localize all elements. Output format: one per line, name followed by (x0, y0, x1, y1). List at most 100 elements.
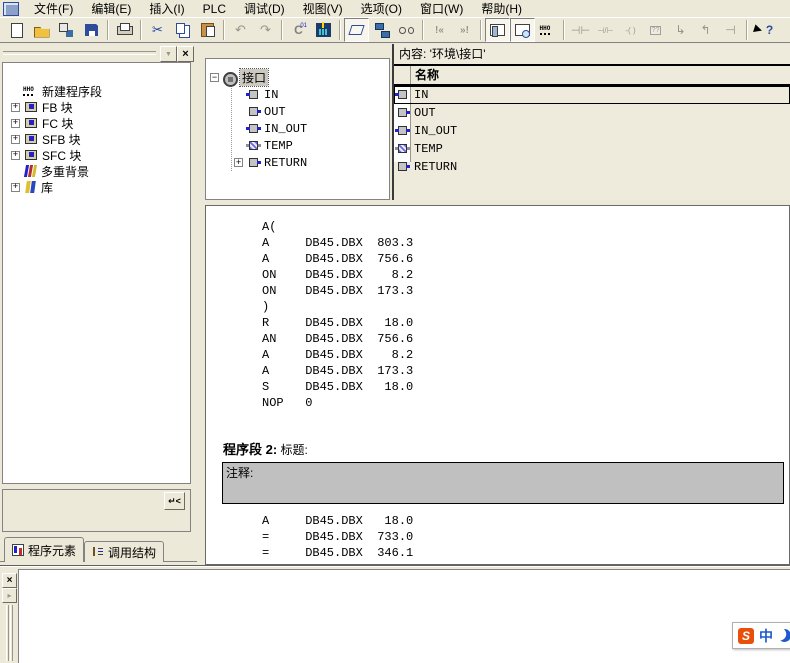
expander-box[interactable] (11, 135, 20, 144)
expander-box[interactable] (11, 151, 20, 160)
menu-items: 文件(F) 编辑(E) 插入(I) PLC 调试(D) 视图(V) 选项(O) … (25, 0, 531, 17)
variable-name: RETURN (414, 160, 457, 174)
menu-item[interactable]: 窗口(W) (411, 0, 472, 18)
overview-close-button[interactable] (177, 46, 194, 62)
menu-item[interactable]: 插入(I) (140, 0, 193, 18)
tree-item[interactable]: 多重背景 (11, 163, 188, 179)
redo-icon (257, 22, 274, 38)
redo-button[interactable] (253, 18, 278, 42)
coil-button[interactable] (618, 18, 643, 42)
menu-item[interactable]: 选项(O) (352, 0, 411, 18)
name-column-header[interactable]: 名称 (394, 66, 790, 86)
tree-item[interactable]: 新建程序段 (11, 83, 188, 99)
open-branch-button[interactable] (668, 18, 693, 42)
variable-row[interactable]: TEMP (394, 140, 790, 158)
variable-row[interactable]: IN (394, 86, 790, 104)
ime-language-bar[interactable]: S 中 (732, 622, 790, 649)
sogou-logo-icon[interactable]: S (738, 628, 754, 644)
symbol-info-button[interactable] (344, 18, 369, 42)
tree-item[interactable]: 库 (11, 179, 188, 195)
monitor-icon (398, 22, 415, 38)
stl-code-block-2[interactable]: A DB45.DBX 18.0 = DB45.DBX 733.0 = DB45.… (262, 513, 413, 561)
pin-return-icon (246, 157, 261, 169)
new-network-button[interactable] (535, 18, 560, 42)
horizontal-splitter[interactable] (0, 565, 790, 567)
document-window-icon[interactable] (3, 2, 19, 16)
pane-grip[interactable] (6, 605, 14, 661)
copy-button[interactable] (170, 18, 195, 42)
undo-button[interactable] (228, 18, 253, 42)
cut-button[interactable] (145, 18, 170, 42)
output-next-button[interactable] (2, 588, 17, 603)
print-button[interactable] (112, 18, 137, 42)
symbol-representation-button[interactable] (369, 18, 394, 42)
save-button[interactable] (79, 18, 104, 42)
overview-dropdown-button[interactable] (160, 46, 177, 62)
overview-tab[interactable]: 程序元素 (4, 537, 84, 562)
overview-toggle-button[interactable] (485, 18, 510, 42)
contact-no-button[interactable] (568, 18, 593, 42)
network-2-header[interactable]: 程序段 2: 标题: (223, 439, 308, 458)
expander-box[interactable] (11, 103, 20, 112)
network-comment-box[interactable]: 注释: (222, 462, 784, 504)
paste-button[interactable] (195, 18, 220, 42)
expander-box[interactable] (234, 158, 243, 167)
tree-item[interactable]: IN_OUT (234, 120, 387, 137)
previous-error-button[interactable] (427, 18, 452, 42)
tree-item[interactable]: FC 块 (11, 115, 188, 131)
variable-row[interactable]: OUT (394, 104, 790, 122)
output-close-button[interactable] (2, 573, 17, 588)
menu-item[interactable]: 编辑(E) (82, 0, 140, 18)
menu-item[interactable]: 调试(D) (235, 0, 294, 18)
block-icon (23, 149, 39, 161)
tree-item[interactable]: FB 块 (11, 99, 188, 115)
pin-return-icon (395, 161, 410, 173)
contact-nc-button[interactable] (593, 18, 618, 42)
help-icon (755, 22, 772, 38)
next-error-button[interactable] (452, 18, 477, 42)
tree-item-interface[interactable]: 接口 (210, 69, 387, 86)
menu-item[interactable]: 帮助(H) (472, 0, 531, 18)
tree-item[interactable]: IN (234, 86, 387, 103)
interface-declaration-tree: 接口 IN OUT IN_OUT (205, 58, 390, 200)
open-button[interactable] (29, 18, 54, 42)
menu-item[interactable]: PLC (194, 1, 235, 17)
contents-title: 内容: '环境\接口' (394, 44, 790, 66)
open-online-button[interactable] (54, 18, 79, 42)
help-pointer-button[interactable] (751, 18, 776, 42)
overview-tab[interactable]: 调用结构 (84, 541, 164, 562)
download-button[interactable] (311, 18, 336, 42)
expander-box[interactable] (11, 119, 20, 128)
variable-row[interactable]: RETURN (394, 158, 790, 176)
expander-box[interactable] (210, 73, 219, 82)
tree-item[interactable]: OUT (234, 103, 387, 120)
compare-online-offline-button[interactable] (286, 18, 311, 42)
empty-box-button[interactable] (643, 18, 668, 42)
rung-up-button[interactable] (693, 18, 718, 42)
chinese-mode-indicator[interactable]: 中 (759, 626, 773, 646)
tree-item[interactable]: TEMP (234, 137, 387, 154)
tree-item[interactable]: SFB 块 (11, 131, 188, 147)
stl-code-pane[interactable]: A( A DB45.DBX 803.3 A DB45.DBX 756.6 ON … (205, 205, 790, 565)
expander-box[interactable] (11, 183, 20, 192)
tab-label: 调用结构 (108, 544, 156, 561)
new-button[interactable] (4, 18, 29, 42)
detail-view-button[interactable] (510, 18, 535, 42)
variable-row[interactable]: IN_OUT (394, 122, 790, 140)
open-icon (33, 22, 50, 38)
monitor-button[interactable] (394, 18, 419, 42)
copy-icon (174, 22, 191, 38)
tree-item-label: 多重背景 (41, 163, 89, 180)
tree-item[interactable]: SFC 块 (11, 147, 188, 163)
output-content[interactable] (18, 569, 790, 663)
close-branch-button[interactable] (718, 18, 743, 42)
menu-item[interactable]: 文件(F) (25, 0, 82, 18)
tree-item[interactable]: RETURN (234, 154, 387, 171)
stl-code-block-1[interactable]: A( A DB45.DBX 803.3 A DB45.DBX 756.6 ON … (262, 219, 413, 411)
variable-rows: IN OUT IN_OUT TEMP (394, 86, 790, 176)
paste-icon (199, 22, 216, 38)
fullwidth-moon-icon[interactable] (776, 627, 790, 644)
pane-collapse-button[interactable] (164, 492, 185, 510)
menu-item[interactable]: 视图(V) (294, 0, 352, 18)
comment-label: 注释: (226, 466, 253, 480)
